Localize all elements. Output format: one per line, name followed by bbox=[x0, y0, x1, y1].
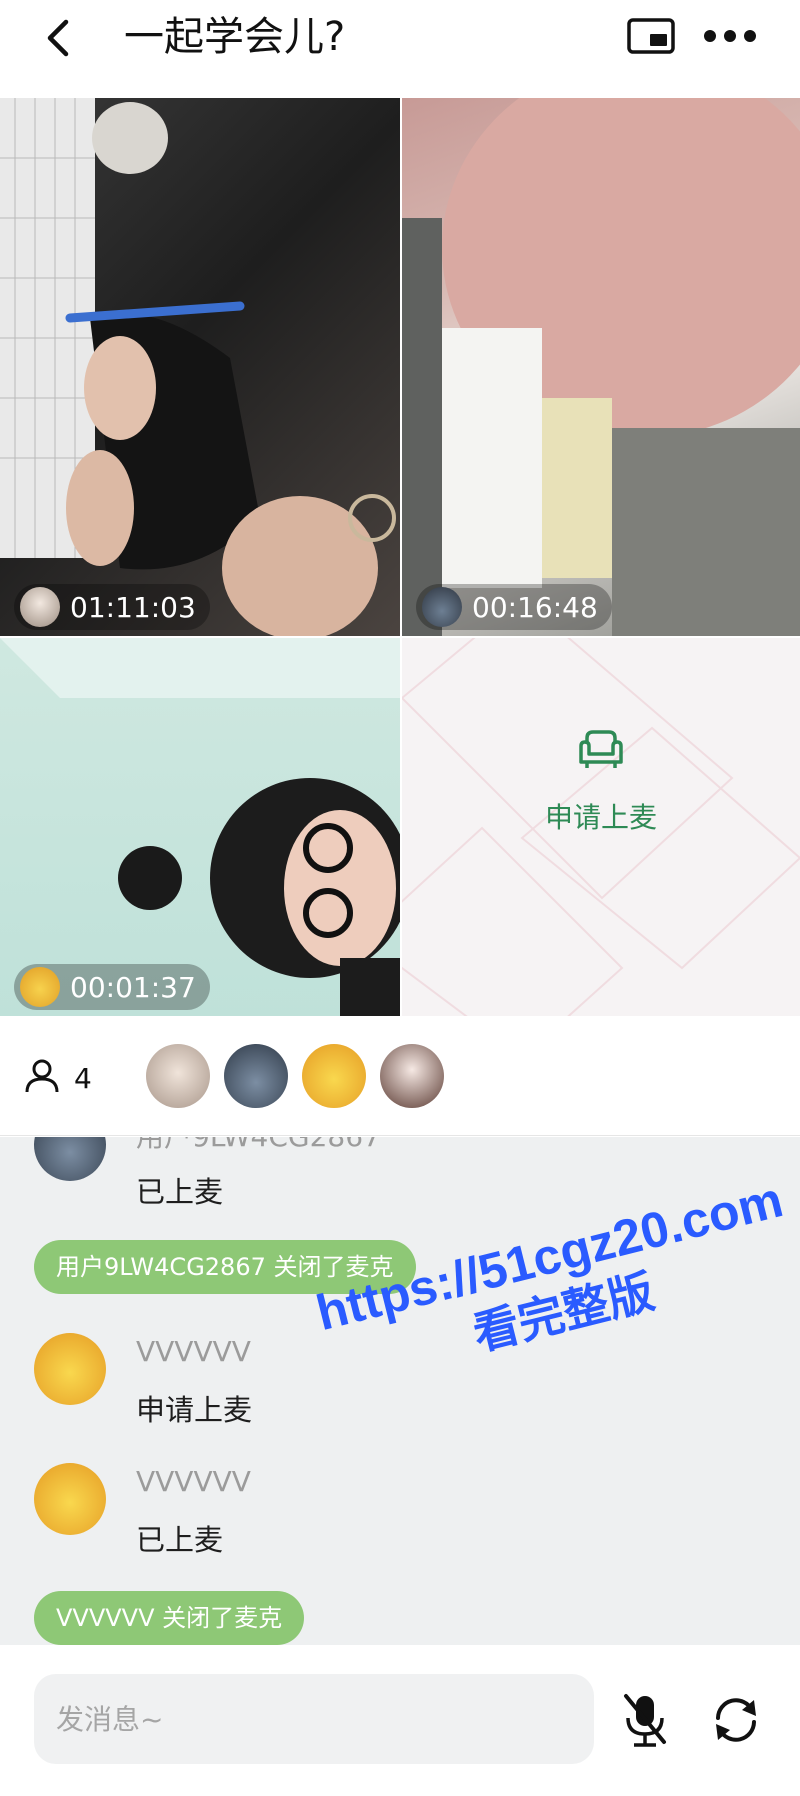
participant-avatar-3 bbox=[20, 967, 60, 1007]
participant-avatar-1 bbox=[20, 587, 60, 627]
video-tile-1[interactable]: 01:11:03 bbox=[0, 98, 400, 636]
bottom-bar bbox=[0, 1646, 800, 1796]
message-input[interactable] bbox=[34, 1674, 594, 1764]
timer-badge-1: 01:11:03 bbox=[14, 584, 210, 630]
chat-avatar[interactable] bbox=[34, 1463, 106, 1535]
video-grid: 01:11:03 00:16:48 00:01:37 申请上麦 bbox=[0, 98, 800, 1016]
participant-avatar-2 bbox=[422, 587, 462, 627]
picture-in-picture-icon[interactable] bbox=[626, 14, 676, 58]
chat-message-text: 已上麦 bbox=[136, 1175, 224, 1209]
video-frame-1 bbox=[0, 98, 396, 636]
chat-message-text: 已上麦 bbox=[136, 1523, 224, 1557]
chevron-left-icon[interactable] bbox=[36, 14, 84, 62]
call-timer-1: 01:11:03 bbox=[70, 590, 196, 624]
switch-camera-icon[interactable] bbox=[708, 1692, 764, 1748]
chat-sender-name: VVVVVV bbox=[136, 1465, 251, 1498]
video-frame-3 bbox=[0, 638, 400, 1016]
apply-seat-tile[interactable]: 申请上麦 bbox=[402, 638, 800, 1016]
timer-badge-3: 00:01:37 bbox=[14, 964, 210, 1010]
sofa-icon bbox=[579, 730, 623, 768]
video-frame-2 bbox=[402, 98, 800, 636]
video-tile-3[interactable]: 00:01:37 bbox=[0, 638, 400, 1016]
system-notice: 用户9LW4CG2867 关闭了麦克 bbox=[34, 1240, 416, 1294]
chat-avatar[interactable] bbox=[34, 1333, 106, 1405]
call-timer-3: 00:01:37 bbox=[70, 970, 196, 1004]
member-avatar-2[interactable] bbox=[224, 1044, 288, 1108]
mic-muted-icon[interactable] bbox=[620, 1692, 670, 1748]
call-timer-2: 00:16:48 bbox=[472, 590, 598, 624]
member-avatar-1[interactable] bbox=[146, 1044, 210, 1108]
member-avatar-4[interactable] bbox=[380, 1044, 444, 1108]
more-dots-icon[interactable] bbox=[700, 16, 760, 56]
person-icon[interactable] bbox=[24, 1058, 60, 1094]
chat-sender-name: VVVVVV bbox=[136, 1335, 251, 1368]
member-count[interactable]: 4 bbox=[74, 1062, 92, 1095]
apply-seat[interactable]: 申请上麦 bbox=[402, 728, 800, 836]
timer-badge-2: 00:16:48 bbox=[416, 584, 612, 630]
page-title: 一起学会儿? bbox=[124, 14, 346, 60]
system-notice: VVVVVV 关闭了麦克 bbox=[34, 1591, 305, 1645]
member-avatar-3[interactable] bbox=[302, 1044, 366, 1108]
members-bar: 4 bbox=[0, 1018, 800, 1136]
chat-feed[interactable]: 用户9LW4CG2867 已上麦 用户9LW4CG2867 关闭了麦克 VVVV… bbox=[0, 1137, 800, 1645]
chat-sender-name: 用户9LW4CG2867 bbox=[136, 1137, 381, 1155]
chat-message-text: 申请上麦 bbox=[136, 1393, 253, 1427]
top-header: 一起学会儿? bbox=[0, 0, 800, 98]
video-tile-2[interactable]: 00:16:48 bbox=[402, 98, 800, 636]
apply-seat-label: 申请上麦 bbox=[544, 801, 657, 834]
chat-avatar[interactable] bbox=[34, 1137, 106, 1181]
